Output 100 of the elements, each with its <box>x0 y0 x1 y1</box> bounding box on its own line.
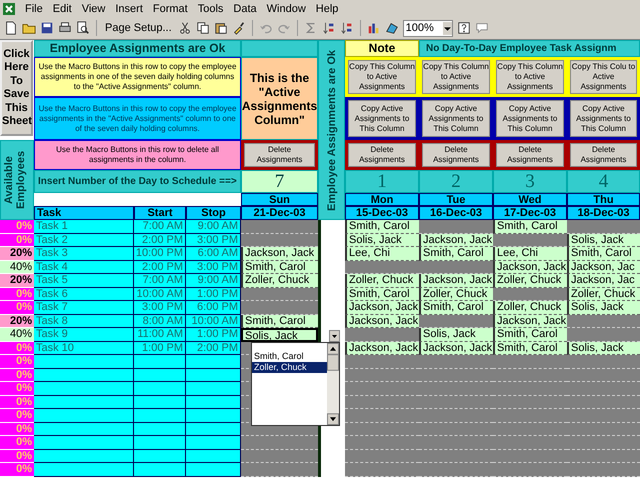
copy-to-active-button[interactable]: Copy This Colu to Active Assignments <box>570 60 637 94</box>
assignment-cell[interactable]: Jackson, Jack <box>419 234 493 247</box>
printer-icon[interactable] <box>58 21 72 35</box>
assignment-cell[interactable]: Smith, Carol <box>493 328 567 342</box>
instruction-text: Use the Macro Buttons in this row to copy the employee assignments in one of the seven daily holding columns to the "Active Assignments" column. <box>34 57 241 97</box>
assignment-cell[interactable]: Smith, Carol <box>345 220 419 234</box>
menu-item[interactable]: Tools <box>194 2 230 14</box>
assignment-cell[interactable]: Smith, Carol <box>493 220 567 234</box>
assignment-cell[interactable]: Zoller, Chuck <box>345 274 419 288</box>
instruction-text: Use the Macro Buttons in this row to delete all assignments in the column. <box>34 140 241 170</box>
assignment-cell[interactable]: Zoller, Chuck <box>419 288 493 301</box>
copy-from-active-button[interactable]: Copy Active Assignments to This Column <box>422 100 490 137</box>
delete-assignments-button[interactable]: Delete Assignments <box>422 143 490 167</box>
assignment-cell[interactable]: Solis, Jack <box>567 342 640 355</box>
assignment-cell[interactable]: Smith, Carol <box>567 247 640 260</box>
task-name: Task 1 <box>34 220 134 234</box>
menu-item[interactable]: Help <box>312 2 346 14</box>
task-name: Task 8 <box>34 314 134 328</box>
copy-to-active-button[interactable]: Copy This Column to Active Assignments <box>496 60 564 94</box>
assignment-cell[interactable]: Zoller, Chuck <box>241 274 318 288</box>
task-name: Task 10 <box>34 342 134 355</box>
assignment-cell[interactable]: Jackson, Jack <box>241 247 318 260</box>
delete-assignments-button[interactable]: Delete Assignments <box>570 143 637 167</box>
magnifier-icon[interactable] <box>76 21 90 35</box>
assignment-cell[interactable]: Jackson, Jack <box>345 342 419 355</box>
assignment-cell[interactable]: Jackson, Jack <box>493 314 567 328</box>
availability-cell: 0% <box>0 422 34 436</box>
assignment-cell[interactable]: Lee, Chi <box>493 247 567 260</box>
assignment-cell[interactable]: Smith, Carol <box>241 314 318 328</box>
scissors-icon[interactable] <box>178 21 192 35</box>
assignment-cell[interactable]: Jackson, Jack <box>345 314 419 328</box>
delete-assignments-button[interactable]: Delete Assignments <box>348 143 416 167</box>
assignment-cell[interactable]: Solis, Jack <box>241 328 318 342</box>
assignment-cell[interactable]: Solis, Jack <box>567 234 640 247</box>
day-number: 4 <box>567 170 640 193</box>
stop-time: 9:00 AM <box>186 220 241 234</box>
assignment-cell[interactable]: Jackson, Jack <box>419 342 493 355</box>
stop-time: 6:00 PM <box>186 301 241 314</box>
assignment-cell[interactable]: Zoller, Chuck <box>493 274 567 288</box>
assignment-cell[interactable]: Smith, Carol <box>493 342 567 355</box>
menu-item[interactable]: Format <box>150 2 195 14</box>
table-cell <box>134 422 186 436</box>
caret-icon[interactable] <box>442 22 452 34</box>
bar-chart-icon[interactable] <box>366 21 381 35</box>
assignment-cell[interactable]: Jackson, Jack <box>493 260 567 274</box>
menu-item[interactable]: View <box>78 2 112 14</box>
day-number[interactable]: 7 <box>241 170 318 193</box>
help-icon[interactable] <box>456 21 471 35</box>
delete-assignments-button[interactable]: Delete Assignments <box>244 143 315 167</box>
scrollbar-icon[interactable] <box>327 343 339 425</box>
page-setup-button[interactable]: Page Setup... <box>103 22 174 34</box>
availability-cell: 20% <box>0 247 34 260</box>
assignment-cell[interactable]: Jackson, Jack <box>345 301 419 314</box>
menu-item[interactable]: Data <box>230 2 264 14</box>
holding-header: No Day-To-Day Employee Task Assignm <box>419 40 640 57</box>
active-column-note: This is the "Active Assignments Column" <box>241 57 318 140</box>
menu-item[interactable]: Window <box>264 2 313 14</box>
zoom-dropdown[interactable]: 100% <box>402 20 453 36</box>
date-header: 15-Dec-03 <box>345 206 419 220</box>
assignment-cell[interactable]: Solis, Jack <box>567 301 640 314</box>
assignment-cell[interactable]: Lee, Chi <box>345 247 419 260</box>
save-sheet-button[interactable]: Click Here To Save This Sheet <box>0 40 33 136</box>
assignment-cell[interactable]: Solis, Jack <box>419 328 493 342</box>
new-file-icon[interactable] <box>4 21 18 35</box>
assignment-cell[interactable]: Smith, Carol <box>419 301 493 314</box>
clipboard-icon[interactable] <box>214 21 228 35</box>
date-header: 18-Dec-03 <box>567 206 640 220</box>
table-cell <box>186 422 241 436</box>
assignment-cell[interactable]: Smith, Carol <box>345 288 419 301</box>
copy-from-active-button[interactable]: Copy Active Assignments to This Column <box>348 100 416 137</box>
copy-icon[interactable] <box>196 21 210 35</box>
folder-icon[interactable] <box>22 21 36 35</box>
delete-assignments-button[interactable]: Delete Assignments <box>496 143 564 167</box>
menu-item[interactable]: Insert <box>112 2 150 14</box>
assignment-cell[interactable]: Zoller, Chuck <box>567 288 640 301</box>
availability-cell: 0% <box>0 368 34 382</box>
assignment-cell[interactable]: Jackson, Jack <box>419 274 493 288</box>
dropdown-option[interactable]: Zoller, Chuck <box>252 362 327 373</box>
copy-to-active-button[interactable]: Copy This Column to Active Assignments <box>348 60 416 94</box>
save-icon[interactable] <box>40 21 54 35</box>
instruction-text: Use the Macro Buttons in this row to copy the employee assignments in the "Active Assignments" column to one of the seven daily holding columns. <box>34 97 241 140</box>
availability-cell: 40% <box>0 260 34 274</box>
menu-item[interactable]: Edit <box>50 2 79 14</box>
assignment-cell[interactable]: Smith, Carol <box>241 260 318 274</box>
brush-icon[interactable] <box>232 21 246 35</box>
copy-to-active-button[interactable]: Copy This Column to Active Assignments <box>422 60 490 94</box>
assignment-cell[interactable]: Solis, Jack <box>345 234 419 247</box>
assignment-cell[interactable]: Jackson, Jac <box>567 260 640 274</box>
copy-from-active-button[interactable]: Copy Active Assignments to This Column <box>496 100 564 137</box>
sort-descending-icon[interactable] <box>340 21 354 35</box>
assignment-cell[interactable]: Jackson, Jac <box>567 274 640 288</box>
assignment-cell[interactable]: Zoller, Chuck <box>493 301 567 314</box>
copy-from-active-button[interactable]: Copy Active Assignments to This Column <box>570 100 637 137</box>
availability-cell: 40% <box>0 328 34 342</box>
dropdown-option[interactable]: Smith, Carol <box>252 351 327 362</box>
day-name: Thu <box>567 193 640 206</box>
sort-ascending-icon[interactable] <box>322 21 336 35</box>
spreadsheet-logo-icon[interactable] <box>2 2 16 16</box>
assignment-cell[interactable]: Smith, Carol <box>419 247 493 260</box>
menu-item[interactable]: File <box>22 2 50 14</box>
